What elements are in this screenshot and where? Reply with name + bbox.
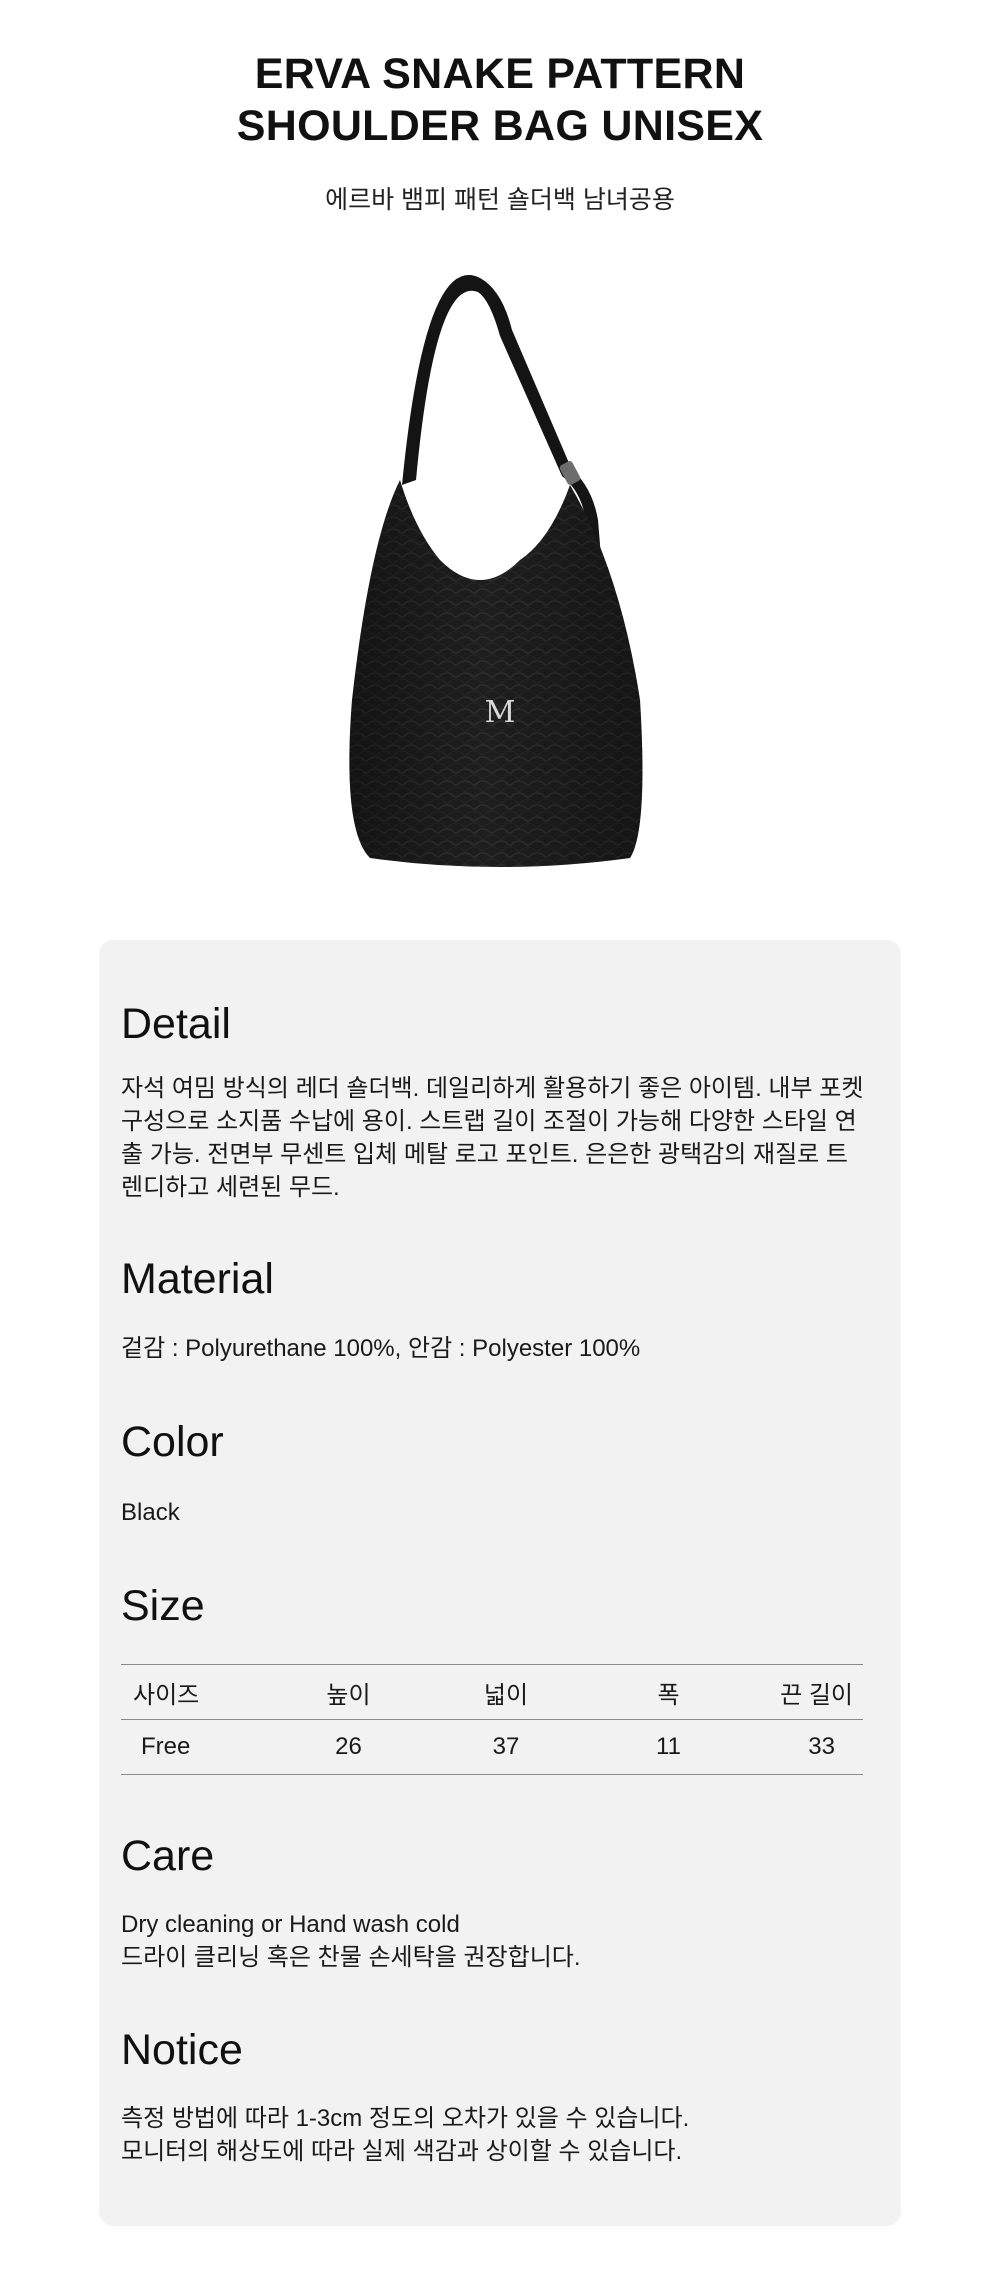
title-line-2: SHOULDER BAG UNISEX	[236, 102, 764, 150]
size-table: 사이즈 높이 넓이 폭 끈 길이 Free 26 37 11 33	[121, 1664, 863, 1775]
size-header-cell: 사이즈	[133, 1681, 200, 1709]
material-heading: Material	[121, 1255, 274, 1303]
size-header-cell: 넓이	[483, 1681, 529, 1709]
size-header-cell: 높이	[326, 1681, 371, 1709]
detail-line: 렌디하고 세련된 무드.	[121, 1174, 340, 1201]
material-text: 겉감 : Polyurethane 100%, 안감 : Polyester 1…	[121, 1335, 641, 1362]
notice-heading: Notice	[121, 2026, 243, 2074]
size-heading: Size	[121, 1582, 205, 1630]
notice-line: 모니터의 해상도에 따라 실제 색감과 상이할 수 있습니다.	[121, 2138, 683, 2165]
size-cell: 11	[656, 1733, 681, 1760]
size-header-cell: 폭	[657, 1681, 680, 1709]
care-text: Dry cleaning or Hand wash cold 드라이 클리닝 혹…	[121, 1908, 881, 1974]
detail-line: 자석 여밈 방식의 레더 숄더백. 데일리하게 활용하기 좋은 아이템. 내부 …	[121, 1075, 864, 1102]
size-cell: 26	[335, 1733, 362, 1760]
detail-heading: Detail	[121, 1000, 231, 1048]
care-heading: Care	[121, 1832, 215, 1880]
color-text: Black	[121, 1499, 180, 1526]
bag-strap	[402, 275, 572, 485]
care-line: Dry cleaning or Hand wash cold	[121, 1911, 460, 1938]
color-heading: Color	[121, 1418, 224, 1466]
size-cell: 37	[492, 1733, 520, 1760]
page-title: ERVA SNAKE PATTERN SHOULDER BAG UNISEX	[0, 48, 1000, 152]
size-cell: Free	[141, 1733, 191, 1760]
detail-text: 자석 여밈 방식의 레더 숄더백. 데일리하게 활용하기 좋은 아이템. 내부 …	[121, 1072, 881, 1204]
bag-logo-icon: M	[485, 695, 516, 730]
size-table-row: Free 26 37 11 33	[121, 1720, 863, 1775]
notice-line: 측정 방법에 따라 1-3cm 정도의 오차가 있을 수 있습니다.	[121, 2105, 690, 2132]
product-image-shoulder-bag: M	[349, 275, 643, 867]
care-line: 드라이 클리닝 혹은 찬물 손세탁을 권장합니다.	[121, 1944, 581, 1971]
title-line-1: ERVA SNAKE PATTERN	[254, 50, 746, 98]
size-table-header-row: 사이즈 높이 넓이 폭 끈 길이	[121, 1664, 863, 1720]
detail-line: 구성으로 소지품 수납에 용이. 스트랩 길이 조절이 가능해 다양한 스타일 …	[121, 1108, 857, 1135]
notice-text: 측정 방법에 따라 1-3cm 정도의 오차가 있을 수 있습니다. 모니터의 …	[121, 2102, 881, 2168]
size-cell: 33	[808, 1733, 835, 1760]
page-subtitle: 에르바 뱀피 패턴 숄더백 남녀공용	[325, 186, 675, 214]
detail-line: 출 가능. 전면부 무센트 입체 메탈 로고 포인트. 은은한 광택감의 재질로…	[121, 1141, 849, 1168]
size-header-cell: 끈 길이	[780, 1681, 853, 1709]
